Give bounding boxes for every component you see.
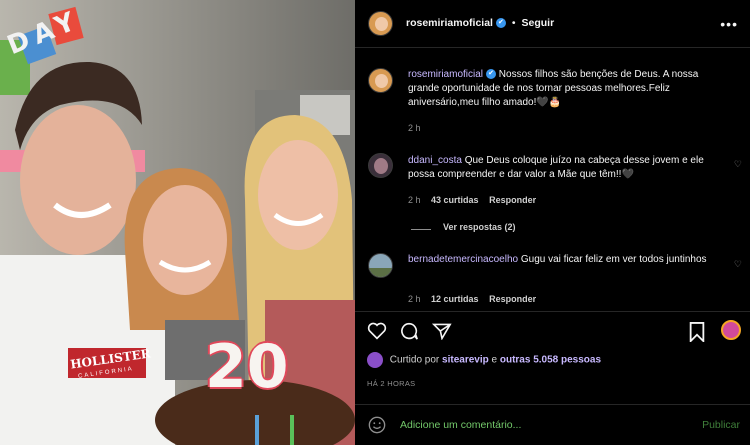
caption-author-avatar[interactable] [368, 68, 393, 93]
post-header: rosemiriamoficial ✔ • Seguir ••• [355, 0, 750, 48]
comment-input[interactable]: Adicione um comentário... [400, 419, 521, 431]
post-photo-image [0, 0, 355, 445]
post-side-panel: rosemiriamoficial ✔ • Seguir ••• rosemiri… [355, 0, 750, 445]
add-comment-bar: Adicione um comentário... Publicar [355, 404, 750, 445]
comment-time: 2 h [408, 294, 421, 304]
more-options-icon[interactable]: ••• [720, 16, 738, 32]
reply-button[interactable]: Responder [489, 294, 536, 304]
verified-badge-icon: ✔ [495, 18, 506, 29]
comments-list[interactable]: rosemiriamoficial ✔ Nossos filhos são ben… [355, 49, 750, 311]
comment-username[interactable]: bernadetemercinacoelho [408, 254, 518, 265]
liked-by-conj: e [491, 354, 498, 366]
bookmark-icon[interactable] [688, 322, 706, 342]
comment-text: Gugu vai ficar feliz em ver todos juntin… [520, 254, 707, 265]
header-separator: • [511, 17, 516, 29]
liked-by-avatar[interactable] [367, 352, 383, 368]
comment-likes[interactable]: 12 curtidas [431, 294, 479, 304]
comment-like-icon[interactable]: ♡ [734, 259, 742, 270]
action-bar [355, 311, 750, 349]
comment-meta: 2 h 43 curtidas Responder [408, 195, 536, 205]
liked-by-user[interactable]: sitearevip [442, 355, 489, 366]
comment-item: ddani_costa Que Deus coloque juízo na ca… [408, 154, 723, 182]
posted-time[interactable]: HÁ 2 HORAS [367, 379, 415, 388]
caption-time: 2 h [408, 123, 421, 133]
cake-candles-number: 20 [205, 332, 289, 402]
likes-summary: Curtido por sitearevip e outras 5.058 pe… [367, 352, 601, 368]
comment-meta: 2 h 12 curtidas Responder [408, 294, 536, 304]
comment-likes[interactable]: 43 curtidas [431, 195, 479, 205]
comment-avatar[interactable] [368, 153, 393, 178]
liked-by-others[interactable]: outras 5.058 pessoas [500, 355, 601, 366]
comment-time: 2 h [408, 195, 421, 205]
comment-icon[interactable] [399, 322, 419, 340]
reply-button[interactable]: Responder [489, 195, 536, 205]
liked-by-prefix: Curtido por [389, 354, 440, 366]
author-avatar[interactable] [368, 11, 393, 36]
comment-like-icon[interactable]: ♡ [734, 159, 742, 170]
extension-badge-icon[interactable] [721, 320, 741, 340]
comment-item: bernadetemercinacoelho Gugu vai ficar fe… [408, 253, 723, 267]
comment-avatar[interactable] [368, 253, 393, 278]
emoji-icon[interactable] [368, 416, 386, 434]
caption-verified-icon: ✔ [486, 69, 497, 80]
caption: rosemiriamoficial ✔ Nossos filhos são ben… [408, 68, 723, 110]
author-username[interactable]: rosemiriamoficial [406, 17, 493, 29]
follow-button[interactable]: Seguir [521, 17, 554, 29]
caption-username[interactable]: rosemiriamoficial [408, 69, 483, 80]
heart-icon[interactable] [367, 322, 387, 340]
publish-button[interactable]: Publicar [702, 419, 740, 431]
comment-username[interactable]: ddani_costa [408, 155, 462, 166]
share-icon[interactable] [432, 322, 452, 340]
post-photo[interactable]: DAY HOLLISTER CALIFORNIA 20 [0, 0, 355, 445]
view-replies-divider [411, 229, 431, 230]
view-replies-button[interactable]: Ver respostas (2) [443, 222, 516, 232]
